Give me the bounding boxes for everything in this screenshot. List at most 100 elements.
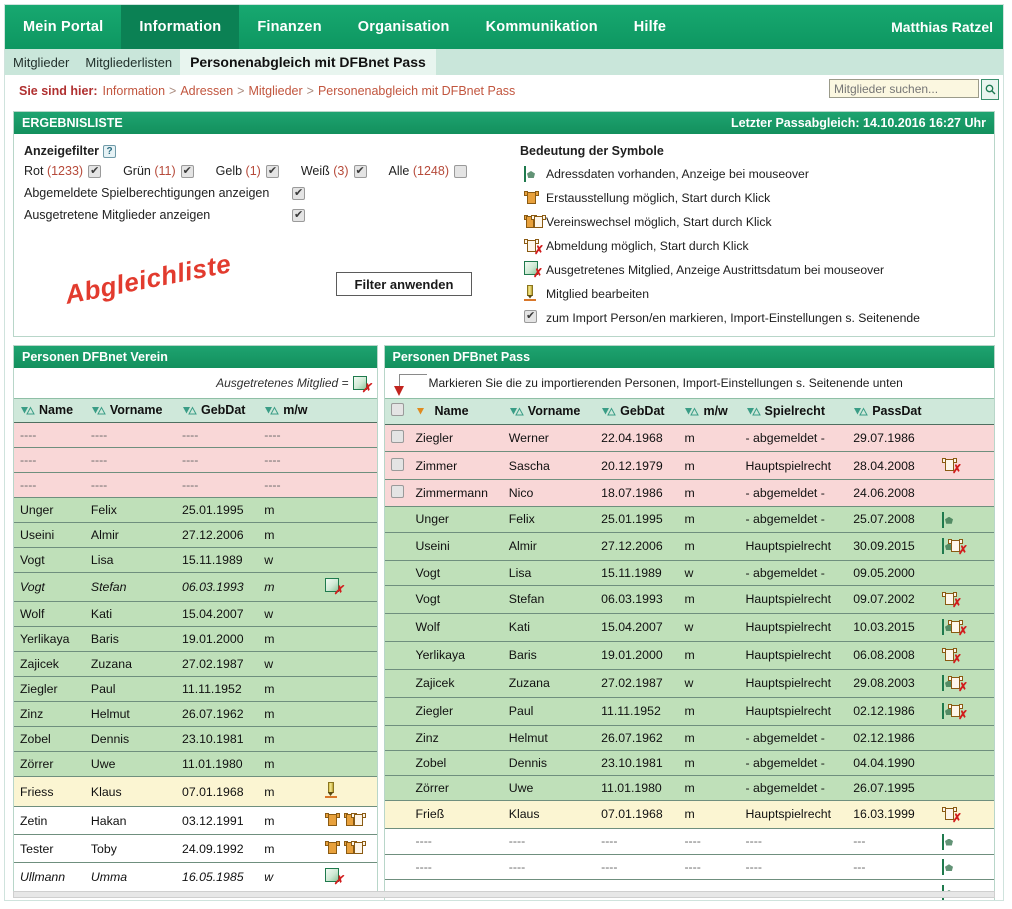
jersey-first-issue-icon[interactable] [324, 840, 340, 857]
deregister-icon[interactable]: ✗ [942, 647, 962, 665]
table-row[interactable]: Frieß Klaus 07.01.1968 m Hauptspielrecht 16.0… [384, 800, 994, 829]
left-col-gebdat[interactable]: GebDat [175, 398, 259, 423]
table-row[interactable]: ----------------------- [384, 854, 994, 881]
select-all-checkbox[interactable] [390, 403, 404, 416]
table-row[interactable]: ---- ---- ---- ---- [14, 422, 377, 448]
right-cell-select[interactable] [384, 775, 410, 801]
table-row[interactable]: Zinz Helmut 26.07.1962 m [14, 701, 377, 727]
right-cell-select[interactable] [384, 750, 410, 776]
sort-icon[interactable] [853, 407, 869, 416]
sort-icon[interactable] [416, 407, 431, 416]
table-row[interactable]: Ziegler Werner 22.04.1968 m - abgemeldet -29… [384, 424, 994, 452]
row-checkbox[interactable] [390, 485, 404, 498]
address-data-icon[interactable] [942, 833, 944, 850]
table-row[interactable]: Zimmer Sascha 20.12.1979 m Hauptspielrecht 28… [384, 451, 994, 480]
row-checkbox[interactable] [390, 457, 404, 471]
sort-icon[interactable] [601, 407, 616, 416]
table-row[interactable]: Zörrer Uwe 11.01.1980 m [14, 751, 377, 777]
deregister-icon[interactable]: ✗ [948, 538, 968, 556]
table-row[interactable]: Zajicek Zuzana 27.02.1987 w [14, 651, 377, 677]
table-row[interactable]: Zajicek Zuzana 27.02.1987 w Hauptspielrecht 2… [384, 669, 994, 698]
tab-mitgliederlisten[interactable]: Mitgliederlisten [77, 49, 180, 75]
address-data-icon[interactable] [942, 538, 944, 555]
table-row[interactable]: ----------------------- [384, 828, 994, 855]
member-left-icon[interactable]: ✗ [324, 868, 344, 886]
table-row[interactable]: Zobel Dennis 23.10.1981 m [14, 726, 377, 752]
table-row[interactable]: Yerlikaya Baris 19.01.2000 m Hauptspielrecht… [384, 641, 994, 670]
horizontal-scrollbar[interactable] [13, 891, 995, 898]
sort-icon[interactable] [509, 407, 524, 416]
sort-icon[interactable] [264, 406, 280, 415]
jersey-club-change-icon[interactable] [343, 812, 366, 829]
right-cell-select[interactable] [384, 697, 410, 726]
deregister-icon[interactable]: ✗ [942, 457, 962, 475]
sort-icon[interactable] [20, 406, 35, 415]
right-col-gebdat[interactable]: GebDat [595, 398, 679, 425]
sort-icon[interactable] [91, 406, 106, 415]
help-icon[interactable]: ? [103, 144, 117, 158]
tab-mitglieder[interactable]: Mitglieder [5, 49, 77, 75]
breadcrumb-item[interactable]: Personenabgleich mit DFBnet Pass [318, 84, 515, 98]
table-row[interactable]: Useini Almir 27.12.2006 m Hauptspielrecht 30.… [384, 532, 994, 561]
member-left-icon[interactable]: ✗ [324, 578, 344, 596]
right-cell-select[interactable] [384, 854, 410, 881]
filter-checkbox-weiß[interactable] [353, 164, 367, 178]
address-data-icon[interactable] [942, 511, 944, 528]
right-cell-select[interactable] [384, 828, 410, 855]
table-row[interactable]: Vogt Stefan 06.03.1993 m Hauptspielrecht 09.0… [384, 585, 994, 614]
right-cell-select[interactable] [384, 451, 410, 480]
breadcrumb-item[interactable]: Adressen [180, 84, 233, 98]
right-cell-select[interactable] [384, 560, 410, 586]
nav-item-kommunikation[interactable]: Kommunikation [468, 5, 616, 49]
table-row[interactable]: Zörrer Uwe 11.01.1980 m - abgemeldet -26.07.… [384, 775, 994, 801]
table-row[interactable]: Zobel Dennis 23.10.1981 m - abgemeldet -04.0… [384, 750, 994, 776]
table-row[interactable]: Vogt Lisa 15.11.1989 w [14, 547, 377, 573]
edit-member-icon[interactable] [324, 782, 337, 801]
table-row[interactable]: Yerlikaya Baris 19.01.2000 m [14, 626, 377, 652]
table-row[interactable]: Wolf Kati 15.04.2007 w Hauptspielrecht 10.03.… [384, 613, 994, 642]
right-cell-select[interactable] [384, 532, 410, 561]
table-row[interactable]: ---- ---- ---- ---- [14, 447, 377, 473]
sort-icon[interactable] [684, 407, 700, 416]
right-col-passdat[interactable]: PassDat [847, 398, 936, 425]
table-row[interactable]: Vogt Stefan 06.03.1993 m ✗ [14, 572, 377, 602]
sort-icon[interactable] [746, 407, 761, 416]
deregister-icon[interactable]: ✗ [948, 703, 968, 721]
right-cell-select[interactable] [384, 800, 410, 829]
filter-checkbox-grün[interactable] [180, 164, 194, 178]
nav-item-information[interactable]: Information [121, 5, 240, 49]
nav-item-hilfe[interactable]: Hilfe [616, 5, 684, 49]
address-data-icon[interactable] [942, 703, 944, 720]
right-cell-select[interactable] [384, 424, 410, 452]
search-icon[interactable] [981, 79, 999, 100]
right-cell-select[interactable] [384, 725, 410, 751]
right-cell-select[interactable] [384, 479, 410, 507]
table-row[interactable]: Friess Klaus 07.01.1968 m [14, 776, 377, 807]
address-data-icon[interactable] [942, 619, 944, 636]
nav-item-organisation[interactable]: Organisation [340, 5, 468, 49]
table-row[interactable]: Vogt Lisa 15.11.1989 w - abgemeldet -09.05.2… [384, 560, 994, 586]
jersey-first-issue-icon[interactable] [324, 812, 340, 829]
table-row[interactable]: Useini Almir 27.12.2006 m [14, 522, 377, 548]
right-col-vorname[interactable]: Vorname [502, 398, 596, 425]
search-input[interactable] [829, 79, 979, 98]
table-row[interactable]: Ziegler Paul 11.11.1952 m Hauptspielrecht 02.… [384, 697, 994, 726]
table-row[interactable]: Unger Felix 25.01.1995 m - abgemeldet -25.07… [384, 506, 994, 533]
deregister-icon[interactable]: ✗ [948, 675, 968, 693]
table-row[interactable]: Tester Toby 24.09.1992 m [14, 834, 377, 863]
sort-icon[interactable] [182, 406, 197, 415]
breadcrumb-item[interactable]: Information [103, 84, 166, 98]
filter-toggle-checkbox-0[interactable] [292, 186, 305, 200]
right-col-select-all[interactable] [384, 398, 410, 425]
table-row[interactable]: Unger Felix 25.01.1995 m [14, 497, 377, 523]
deregister-icon[interactable]: ✗ [948, 619, 968, 637]
tab-personenabgleich[interactable]: Personenabgleich mit DFBnet Pass [180, 49, 436, 75]
table-row[interactable]: Zinz Helmut 26.07.1962 m - abgemeldet -02.12… [384, 725, 994, 751]
filter-checkbox-gelb[interactable] [265, 164, 279, 178]
table-row[interactable]: Zetin Hakan 03.12.1991 m [14, 806, 377, 835]
left-col-name[interactable]: Name [14, 398, 85, 423]
right-cell-select[interactable] [384, 506, 410, 533]
right-cell-select[interactable] [384, 585, 410, 614]
deregister-icon[interactable]: ✗ [942, 591, 962, 609]
right-cell-select[interactable] [384, 669, 410, 698]
